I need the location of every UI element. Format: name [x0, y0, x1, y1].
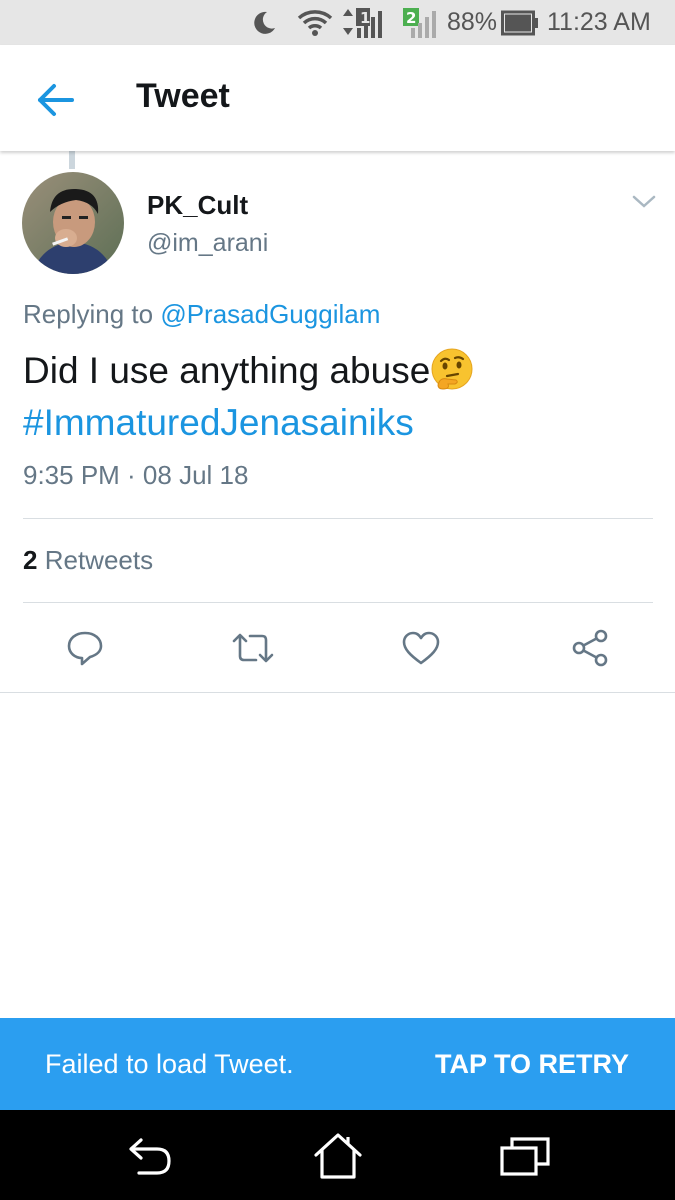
avatar[interactable]	[22, 172, 124, 274]
tweet-text: Did I use anything abuse #ImmaturedJenas…	[23, 345, 474, 449]
status-bar: 1 2 88% 11:23 AM	[0, 0, 675, 45]
chevron-down-icon[interactable]	[630, 190, 658, 212]
retry-button[interactable]: TAP TO RETRY	[435, 1049, 629, 1080]
screen: 1 2 88% 11:23 AM Tweet PK_Cult @im_arani…	[0, 0, 675, 1200]
like-icon	[402, 631, 440, 665]
tweet-body: Did I use anything abuse	[23, 350, 431, 391]
share-icon	[572, 629, 608, 667]
tweet-timestamp: 9:35 PM · 08 Jul 18	[23, 460, 249, 490]
retweet-icon	[232, 633, 274, 663]
moon-icon	[248, 0, 280, 45]
wifi-icon	[296, 0, 334, 45]
reply-button[interactable]	[60, 625, 110, 671]
nav-back-button[interactable]	[122, 1130, 178, 1182]
reply-icon	[67, 631, 103, 666]
home-icon	[314, 1133, 362, 1179]
error-snackbar: Failed to load Tweet. TAP TO RETRY	[0, 1018, 675, 1110]
replying-prefix: Replying to	[23, 299, 154, 329]
arrow-left-icon	[38, 84, 74, 116]
clock: 11:23 AM	[547, 8, 651, 36]
retweet-button[interactable]	[228, 625, 278, 671]
back-icon	[129, 1138, 171, 1175]
app-bar: Tweet	[0, 45, 675, 151]
divider	[0, 692, 675, 693]
author-handle[interactable]: @im_arani	[147, 229, 268, 258]
replying-to: Replying to @PrasadGuggilam	[23, 299, 380, 330]
page-title: Tweet	[136, 77, 230, 115]
retweet-count: 2	[23, 545, 38, 575]
thread-connector-line	[69, 151, 75, 169]
share-button[interactable]	[565, 625, 615, 671]
retweet-label: Retweets	[44, 545, 154, 575]
battery-icon	[500, 0, 540, 45]
battery-percent: 88%	[447, 8, 498, 36]
mention-link[interactable]: @PrasadGuggilam	[160, 299, 380, 329]
signal-icon: 1	[338, 0, 388, 45]
nav-home-button[interactable]	[310, 1130, 366, 1182]
recents-icon	[500, 1137, 550, 1176]
nav-recents-button[interactable]	[497, 1130, 553, 1182]
back-button[interactable]	[28, 75, 84, 125]
thinking-face-emoji	[430, 347, 474, 391]
divider	[23, 602, 653, 603]
svg-text:2: 2	[406, 9, 416, 27]
hashtag-link[interactable]: #ImmaturedJenasainiks	[23, 402, 414, 443]
author-name[interactable]: PK_Cult	[147, 190, 248, 221]
navigation-bar	[0, 1110, 675, 1200]
like-button[interactable]	[396, 625, 446, 671]
divider	[23, 518, 653, 519]
retweet-stats[interactable]: 2 Retweets	[23, 545, 153, 576]
snackbar-message: Failed to load Tweet.	[45, 1049, 294, 1079]
signal-icon: 2	[400, 0, 440, 45]
